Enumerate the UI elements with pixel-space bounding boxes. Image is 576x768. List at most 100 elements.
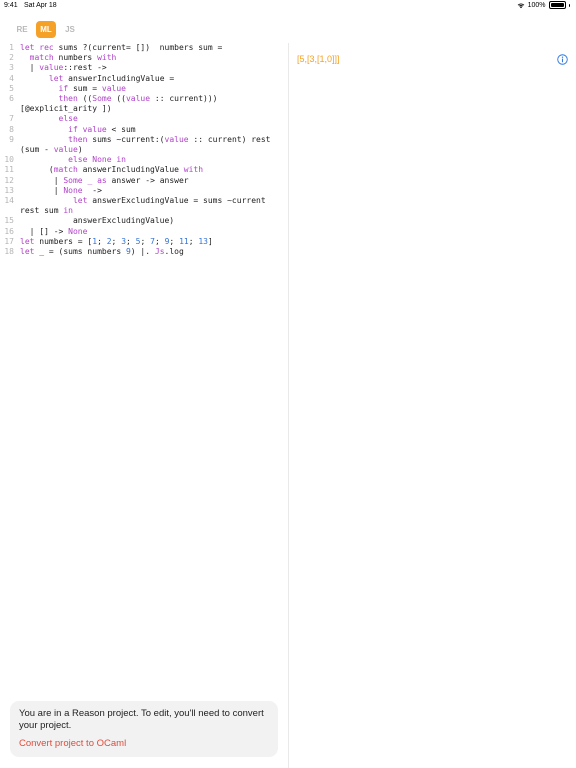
line-number: 14: [4, 196, 14, 206]
tab-ml[interactable]: ML: [36, 21, 56, 38]
line-number: 1: [9, 43, 14, 52]
console-output: [5,[3,[1,0]]]: [297, 54, 340, 64]
code-token: (: [20, 165, 54, 175]
line-number: 8: [9, 124, 14, 134]
code-token: let: [20, 236, 35, 246]
code-line: 10 else None in: [0, 155, 288, 165]
code-token: value: [101, 83, 126, 93]
code-text: | Some _ as answer -> answer: [20, 176, 189, 185]
code-token: numbers = [: [34, 236, 93, 246]
code-token: 11: [179, 236, 189, 246]
code-token: answerExcludingValue = sums ~current: [87, 196, 266, 206]
line-number: 9: [9, 134, 14, 144]
code-editor[interactable]: 1 let rec sums ?(current= []) numbers sum…: [0, 43, 288, 257]
code-token: ): [77, 145, 83, 155]
code-token: match: [53, 165, 78, 175]
code-token: with: [183, 165, 204, 175]
code-text: let answerIncludingValue =: [20, 74, 174, 83]
code-token: ((: [111, 94, 126, 104]
code-text: | [] -> None: [20, 226, 88, 236]
code-line: rest sum in: [0, 206, 288, 216]
code-token: ;: [140, 236, 151, 246]
status-time: 9:41: [4, 2, 18, 9]
code-token: Some _ as: [63, 175, 107, 185]
line-number: 2: [9, 53, 14, 63]
code-line: [@explicit_arity ]): [0, 104, 288, 114]
code-token: Js: [154, 247, 165, 257]
code-token: [@explicit_arity ]): [20, 104, 112, 114]
code-token: (sum -: [20, 145, 54, 155]
tab-re[interactable]: RE: [12, 21, 32, 38]
code-text: (sum - value): [20, 145, 83, 154]
code-line: 8 if value < sum: [0, 125, 288, 135]
tab-js[interactable]: JS: [60, 21, 80, 38]
code-text: let rec sums ?(current= []) numbers sum …: [20, 43, 222, 52]
code-line: 3 | value::rest ->: [0, 63, 288, 73]
code-token: answer -> answer: [106, 175, 189, 185]
code-text: match numbers with: [20, 53, 117, 63]
code-token: let: [20, 73, 64, 83]
code-token: 13: [198, 236, 208, 246]
code-token: value: [164, 134, 189, 144]
code-token: ]: [207, 236, 213, 246]
line-number: 16: [4, 226, 14, 236]
code-token: answerIncludingValue =: [63, 73, 175, 83]
code-token: ) |.: [130, 247, 155, 257]
code-token: let: [20, 196, 88, 206]
status-indicators: 100%: [517, 1, 570, 9]
code-text: | value::rest ->: [20, 63, 107, 72]
code-line: 1 let rec sums ?(current= []) numbers sum…: [0, 43, 288, 53]
battery-tip: [568, 3, 570, 7]
line-number: 4: [9, 73, 14, 83]
code-text: | None ->: [20, 186, 102, 195]
code-text: answerExcludingValue): [20, 216, 174, 225]
code-text: [@explicit_arity ]): [20, 104, 112, 113]
wifi-icon: [517, 2, 524, 8]
code-text: rest sum in: [20, 206, 73, 215]
code-token: value: [125, 94, 151, 104]
line-number: 3: [9, 63, 14, 73]
code-token: :: current) rest: [188, 134, 271, 144]
code-token: let rec: [20, 43, 54, 52]
code-line: 4 let answerIncludingValue =: [0, 74, 288, 84]
status-bar: 9:41 Sat Apr 18 100%: [0, 0, 576, 14]
code-line: 5 if sum = value: [0, 84, 288, 94]
code-line: 11 (match answerIncludingValue with: [0, 165, 288, 175]
code-token: .log: [164, 247, 184, 257]
code-line: 14 let answerExcludingValue = sums ~curr…: [0, 196, 288, 206]
code-token: :: current))): [150, 94, 218, 104]
code-token: _ = (sums numbers: [34, 247, 126, 257]
code-token: if value: [20, 124, 107, 134]
code-token: value: [53, 145, 78, 155]
code-line: 18 let _ = (sums numbers 9) |. Js.log: [0, 247, 288, 257]
convert-project-link[interactable]: Convert project to OCaml: [19, 738, 269, 749]
code-text: if value < sum: [20, 124, 135, 134]
code-token: sums ~current:(: [87, 134, 165, 144]
code-token: with: [97, 53, 117, 63]
line-number: 18: [4, 247, 14, 257]
status-date: Sat Apr 18: [24, 2, 57, 9]
code-token: then: [20, 94, 78, 104]
code-line: 13 | None ->: [0, 186, 288, 196]
code-text: else: [20, 114, 78, 123]
code-text: then ((Some ((value :: current))): [20, 94, 218, 103]
code-line: 6 then ((Some ((value :: current))): [0, 94, 288, 104]
code-token: numbers: [53, 53, 98, 63]
code-text: then sums ~current:(value :: current) re…: [20, 135, 270, 144]
code-line: 2 match numbers with: [0, 53, 288, 63]
code-token: ->: [82, 185, 102, 195]
line-number: 7: [9, 114, 14, 124]
code-token: None: [63, 185, 83, 195]
code-token: ::rest ->: [63, 63, 107, 73]
code-text: let _ = (sums numbers 9) |. Js.log: [20, 247, 184, 256]
code-token: ;: [169, 236, 180, 246]
info-icon[interactable]: [557, 54, 568, 65]
battery-percentage: 100%: [527, 1, 546, 9]
code-line: 15 answerExcludingValue): [0, 216, 288, 226]
code-line: 17 let numbers = [1; 2; 3; 5; 7; 9; 11; 1…: [0, 237, 288, 247]
code-token: | [] ->: [20, 226, 69, 236]
line-number: 11: [4, 165, 14, 175]
code-line: 16 | [] -> None: [0, 227, 288, 237]
code-token: if: [20, 83, 69, 93]
code-token: in: [63, 206, 73, 216]
